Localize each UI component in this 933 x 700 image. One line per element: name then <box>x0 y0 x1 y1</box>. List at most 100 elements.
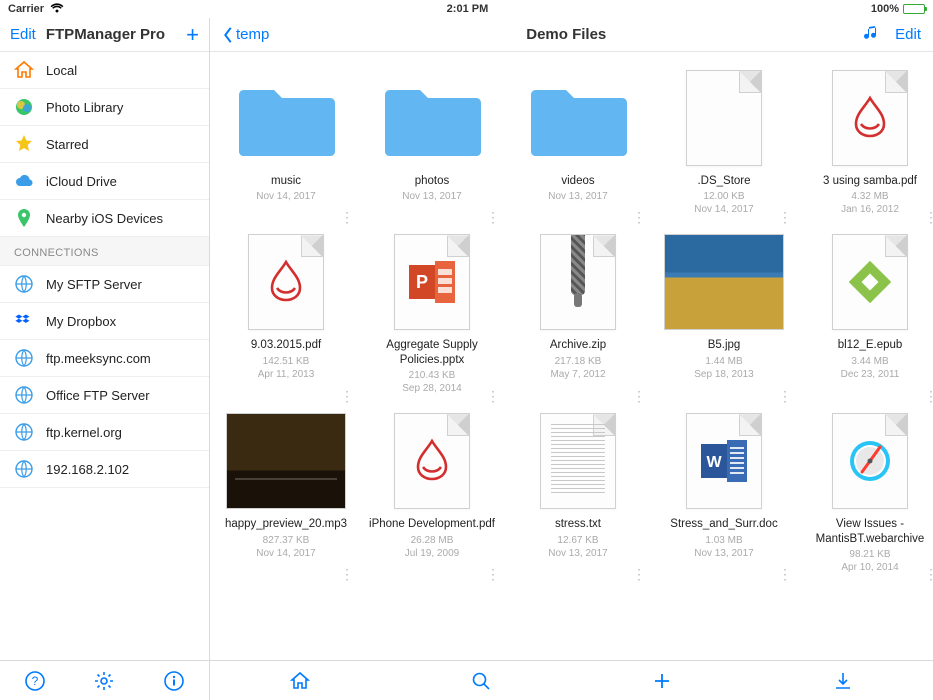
sidebar-item-local[interactable]: Local <box>0 52 209 89</box>
help-button[interactable]: ? <box>24 670 46 692</box>
bottom-toolbar: ? <box>0 660 933 700</box>
file-more-button[interactable]: ⋮ <box>340 215 354 221</box>
file-more-button[interactable]: ⋮ <box>924 394 933 400</box>
file-item[interactable]: PAggregate Supply Policies.pptx210.43 KB… <box>362 230 502 403</box>
file-item[interactable]: stress.txt12.67 KBNov 13, 2017⋮ <box>508 409 648 582</box>
status-bar: Carrier 2:01 PM 100% <box>0 0 933 18</box>
file-more-button[interactable]: ⋮ <box>486 394 500 400</box>
file-meta: Nov 13, 2017 <box>548 190 608 203</box>
file-name: happy_preview_20.mp3 <box>225 517 347 531</box>
file-item[interactable]: .DS_Store 12.00 KBNov 14, 2017 ⋮ <box>654 66 794 224</box>
music-icon[interactable] <box>863 24 881 45</box>
sidebar-connection-ip[interactable]: 192.168.2.102 <box>0 451 209 488</box>
file-meta: 827.37 KBNov 14, 2017 <box>256 534 316 560</box>
svg-text:?: ? <box>31 674 38 688</box>
file-meta: 210.43 KBSep 28, 2014 <box>402 369 462 395</box>
file-thumbnail <box>810 230 930 334</box>
home-icon <box>14 60 34 80</box>
file-meta: Nov 13, 2017 <box>402 190 462 203</box>
sidebar-item-photo-library[interactable]: Photo Library <box>0 89 209 126</box>
file-name: music <box>271 174 301 188</box>
file-item[interactable]: music Nov 14, 2017 ⋮ <box>216 66 356 224</box>
file-more-button[interactable]: ⋮ <box>778 215 792 221</box>
file-item[interactable]: bl12_E.epub3.44 MBDec 23, 2011⋮ <box>800 230 933 403</box>
add-button[interactable] <box>651 670 673 692</box>
file-grid: musicNov 14, 2017⋮photosNov 13, 2017⋮vid… <box>216 66 933 582</box>
connections-header: CONNECTIONS <box>0 237 209 266</box>
file-thumbnail <box>810 409 930 513</box>
download-button[interactable] <box>832 670 854 692</box>
sidebar-item-nearby[interactable]: Nearby iOS Devices <box>0 200 209 237</box>
sidebar-item-label: 192.168.2.102 <box>46 462 129 477</box>
file-item[interactable]: B5.jpg1.44 MBSep 18, 2013⋮ <box>654 230 794 403</box>
sidebar-item-label: Office FTP Server <box>46 388 150 403</box>
file-meta: Nov 14, 2017 <box>256 190 316 203</box>
content-edit-button[interactable]: Edit <box>895 26 921 43</box>
file-meta: 4.32 MBJan 16, 2012 <box>841 190 899 216</box>
search-button[interactable] <box>470 670 492 692</box>
file-thumbnail: P <box>372 230 492 334</box>
file-name: photos <box>415 174 450 188</box>
file-thumbnail <box>518 66 638 170</box>
file-meta: 142.51 KBApr 11, 2013 <box>258 355 315 381</box>
app-title: FTPManager Pro <box>46 26 186 43</box>
file-more-button[interactable]: ⋮ <box>632 215 646 221</box>
file-more-button[interactable]: ⋮ <box>340 394 354 400</box>
file-item[interactable]: photos Nov 13, 2017 ⋮ <box>362 66 502 224</box>
file-thumbnail <box>226 66 346 170</box>
file-item[interactable]: 9.03.2015.pdf 142.51 KBApr 11, 2013 ⋮ <box>216 230 356 403</box>
sidebar-edit-button[interactable]: Edit <box>10 26 36 43</box>
sidebar-item-starred[interactable]: Starred <box>0 126 209 163</box>
file-more-button[interactable]: ⋮ <box>340 572 354 578</box>
sidebar-connection-sftp[interactable]: My SFTP Server <box>0 266 209 303</box>
file-name: Stress_and_Surr.doc <box>670 517 777 531</box>
sidebar-item-label: Local <box>46 63 77 78</box>
add-connection-button[interactable]: + <box>186 24 199 46</box>
file-thumbnail <box>226 230 346 334</box>
svg-text:W: W <box>706 454 722 471</box>
content-header: temp Demo Files Edit <box>210 18 933 52</box>
folder-title: Demo Files <box>269 26 863 43</box>
file-meta: 26.28 MBJul 19, 2009 <box>405 534 460 560</box>
file-name: 3 using samba.pdf <box>823 174 917 188</box>
file-more-button[interactable]: ⋮ <box>924 215 933 221</box>
file-item[interactable]: 3 using samba.pdf 4.32 MBJan 16, 2012 ⋮ <box>800 66 933 224</box>
file-more-button[interactable]: ⋮ <box>924 572 933 578</box>
globe-icon <box>14 422 34 442</box>
info-button[interactable] <box>163 670 185 692</box>
file-item[interactable]: Archive.zip217.18 KBMay 7, 2012⋮ <box>508 230 648 403</box>
back-button[interactable]: temp <box>222 26 269 44</box>
file-more-button[interactable]: ⋮ <box>632 394 646 400</box>
file-grid-scroll[interactable]: musicNov 14, 2017⋮photosNov 13, 2017⋮vid… <box>210 52 933 660</box>
file-more-button[interactable]: ⋮ <box>486 572 500 578</box>
file-item[interactable]: videosNov 13, 2017⋮ <box>508 66 648 224</box>
file-meta: 1.03 MBNov 13, 2017 <box>694 534 754 560</box>
chevron-left-icon <box>222 26 234 44</box>
wifi-icon <box>50 3 64 16</box>
settings-button[interactable] <box>93 670 115 692</box>
file-meta: 12.67 KBNov 13, 2017 <box>548 534 608 560</box>
file-meta: 1.44 MBSep 18, 2013 <box>694 355 754 381</box>
sidebar-connection-kernel[interactable]: ftp.kernel.org <box>0 414 209 451</box>
home-button[interactable] <box>289 670 311 692</box>
sidebar-connection-dropbox[interactable]: My Dropbox <box>0 303 209 340</box>
file-name: .DS_Store <box>697 174 750 188</box>
file-more-button[interactable]: ⋮ <box>778 572 792 578</box>
file-item[interactable]: happy_preview_20.mp3 827.37 KBNov 14, 201… <box>216 409 356 582</box>
file-item[interactable]: View Issues - MantisBT.webarchive98.21 K… <box>800 409 933 582</box>
sidebar-connection-meeksync[interactable]: ftp.meeksync.com <box>0 340 209 377</box>
file-more-button[interactable]: ⋮ <box>632 572 646 578</box>
file-item[interactable]: iPhone Development.pdf 26.28 MBJul 19, 20… <box>362 409 502 582</box>
sidebar-item-label: Nearby iOS Devices <box>46 211 163 226</box>
file-name: View Issues - MantisBT.webarchive <box>805 517 933 546</box>
file-more-button[interactable]: ⋮ <box>778 394 792 400</box>
sidebar-connection-office[interactable]: Office FTP Server <box>0 377 209 414</box>
sidebar-item-icloud[interactable]: iCloud Drive <box>0 163 209 200</box>
file-name: 9.03.2015.pdf <box>251 338 321 352</box>
file-more-button[interactable]: ⋮ <box>486 215 500 221</box>
file-item[interactable]: W Stress_and_Surr.doc 1.03 MBNov 13, 2017 ⋮ <box>654 409 794 582</box>
file-thumbnail <box>226 409 346 513</box>
file-name: iPhone Development.pdf <box>369 517 495 531</box>
file-meta: 12.00 KBNov 14, 2017 <box>694 190 754 216</box>
dropbox-icon <box>14 311 34 331</box>
